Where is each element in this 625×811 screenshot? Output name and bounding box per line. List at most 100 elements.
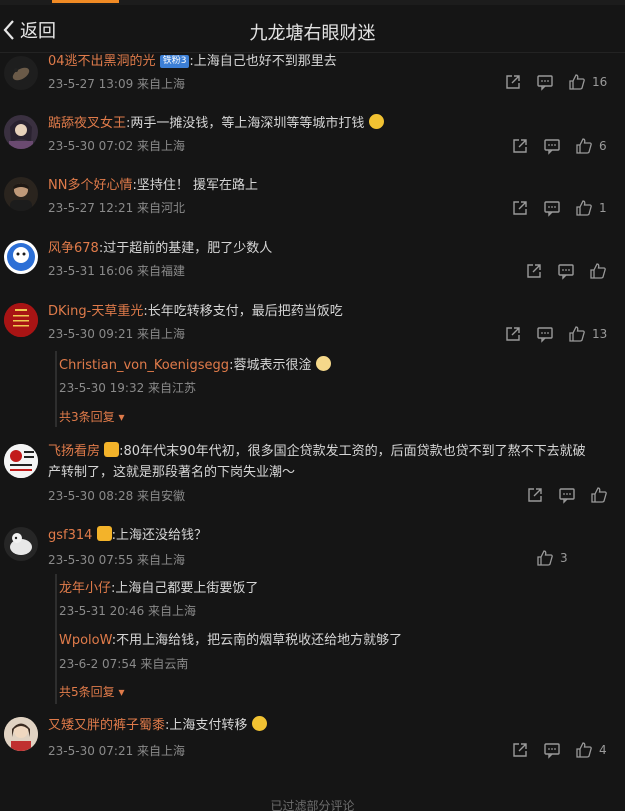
comment-actions: 1: [511, 198, 607, 218]
share-icon[interactable]: [504, 325, 522, 343]
comment-icon[interactable]: [536, 325, 554, 343]
comment-actions: 3: [536, 548, 568, 568]
comment-meta: 23-5-27 12:21 来自河北: [48, 201, 186, 215]
comment-text: :上海自己也好不到那里去: [189, 54, 337, 69]
comment-text: :过于超前的基建，肥了少数人: [98, 241, 273, 256]
reply-thread: 龙年小仔:上海自己都要上街要饭了 23-5-31 20:46 来自上海 Wpol…: [55, 574, 615, 704]
comment-meta: 23-5-30 09:21 来自上海: [48, 327, 186, 341]
comment-username[interactable]: gsf314: [48, 528, 92, 543]
reply-thread: Christian_von_Koenigsegg:蓉城表示很淦 23-5-30 …: [55, 351, 615, 427]
more-replies-link[interactable]: 共5条回复 ▾: [59, 683, 124, 700]
like-icon[interactable]: [590, 486, 608, 504]
share-icon[interactable]: [511, 741, 529, 759]
cat-emoji-icon: [315, 356, 331, 371]
comment-item: 踮舔夜叉女王:两手一摊没钱，等上海深圳等等城市打钱 23-5-30 07:02 …: [0, 114, 625, 165]
like-icon[interactable]: [575, 137, 593, 155]
like-icon[interactable]: [568, 325, 586, 343]
reply-text: :蓉城表示很淦: [229, 358, 312, 373]
comment-icon[interactable]: [536, 73, 554, 91]
crown-icon: [104, 442, 120, 457]
avatar[interactable]: [4, 527, 38, 561]
reply-meta: 23-6-2 07:54 来自云南: [59, 657, 189, 671]
reply-text: :上海自己都要上街要饭了: [111, 581, 259, 596]
comment-actions: 13: [504, 324, 607, 344]
comment-meta: 23-5-30 07:21 来自上海: [48, 744, 186, 758]
like-count: 6: [599, 139, 607, 153]
reply-username[interactable]: Christian_von_Koenigsegg: [59, 358, 229, 373]
comment-username[interactable]: 又矮又胖的裤子蜀黍: [48, 718, 165, 733]
share-icon[interactable]: [526, 486, 544, 504]
page-title: 九龙塘右眼财迷: [249, 23, 376, 44]
comment-username[interactable]: NN多个好心情: [48, 178, 132, 193]
avatar[interactable]: [4, 444, 38, 478]
comment-username[interactable]: 踮舔夜叉女王: [48, 116, 126, 131]
like-icon[interactable]: [536, 549, 554, 567]
comment-meta: 23-5-30 07:02 来自上海: [48, 139, 186, 153]
comment-item: 04逃不出黑洞的光 铁粉3:上海自己也好不到那里去 23-5-27 13:09 …: [0, 53, 625, 108]
comment-username[interactable]: 04逃不出黑洞的光: [48, 54, 156, 69]
fan-badge: 铁粉3: [159, 55, 190, 68]
avatar[interactable]: [4, 303, 38, 337]
reply-meta: 23-5-30 19:32 来自江苏: [59, 381, 197, 395]
comment-icon[interactable]: [543, 199, 561, 217]
avatar[interactable]: [4, 240, 38, 274]
comment-icon[interactable]: [543, 741, 561, 759]
comment-username[interactable]: 飞扬看房: [48, 444, 100, 459]
comment-actions: 16: [504, 72, 607, 92]
crown-icon: [96, 526, 112, 541]
comment-item: 风争678:过于超前的基建，肥了少数人 23-5-31 16:06 来自福建: [0, 240, 625, 290]
like-icon[interactable]: [568, 73, 586, 91]
smile-emoji-icon: [251, 716, 267, 731]
share-icon[interactable]: [511, 199, 529, 217]
comment-text-continued: 产转制了，这就是那段著名的下岗失业潮～: [48, 465, 296, 480]
comment-text: :80年代末90年代初，很多国企贷款发工资的，后面贷款也贷不到了熬不下去就破: [119, 444, 586, 459]
comment-actions: [525, 261, 607, 281]
comment-item: NN多个好心情:坚持住！ 援军在路上 23-5-27 12:21 来自河北 1: [0, 177, 625, 227]
comment-text: :长年吃转移支付，最后把药当饭吃: [143, 304, 343, 319]
like-count: 13: [592, 327, 608, 341]
avatar[interactable]: [4, 56, 38, 90]
comment-meta: 23-5-30 08:28 来自安徽: [48, 489, 186, 503]
comment-actions: 6: [511, 136, 607, 156]
comment-icon[interactable]: [558, 486, 576, 504]
comment-meta: 23-5-31 16:06 来自福建: [48, 264, 186, 278]
share-icon[interactable]: [511, 137, 529, 155]
comment-actions: 4: [511, 740, 607, 760]
share-icon[interactable]: [525, 262, 543, 280]
like-count: 4: [599, 743, 607, 757]
avatar[interactable]: [4, 177, 38, 211]
reply-text: :不用上海给钱，把云南的烟草税收还给地方就够了: [111, 633, 403, 648]
share-icon[interactable]: [504, 73, 522, 91]
like-count: 3: [560, 551, 568, 565]
avatar[interactable]: [4, 717, 38, 751]
comment-icon[interactable]: [557, 262, 575, 280]
comment-username[interactable]: 风争678: [48, 241, 99, 256]
comment-item: DKing-天草重光:长年吃转移支付，最后把药当饭吃 23-5-30 09:21…: [0, 303, 625, 428]
more-replies-link[interactable]: 共3条回复 ▾: [59, 408, 124, 425]
comment-text: :上海支付转移: [165, 718, 248, 733]
comment-meta: 23-5-30 07:55 来自上海: [48, 553, 186, 567]
comment-item: 又矮又胖的裤子蜀黍:上海支付转移 23-5-30 07:21 来自上海 4: [0, 716, 625, 767]
header-bar: 返回 九龙塘右眼财迷: [0, 5, 625, 53]
like-count: 1: [599, 201, 607, 215]
like-count: 16: [592, 75, 608, 89]
crying-emoji-icon: [368, 114, 384, 129]
reply-username[interactable]: WpoloW: [59, 633, 112, 648]
comment-text: :两手一摊没钱，等上海深圳等等城市打钱: [126, 116, 365, 131]
like-icon[interactable]: [575, 199, 593, 217]
comment-item: 飞扬看房 :80年代末90年代初，很多国企贷款发工资的，后面贷款也贷不到了熬不下…: [0, 442, 625, 508]
like-icon[interactable]: [589, 262, 607, 280]
comment-username[interactable]: DKing-天草重光: [48, 304, 143, 319]
comment-meta: 23-5-27 13:09 来自上海: [48, 77, 186, 91]
comment-item: gsf314 :上海还没给钱？ 23-5-30 07:55 来自上海 3 龙年小…: [0, 526, 625, 707]
reply-meta: 23-5-31 20:46 来自上海: [59, 604, 197, 618]
comment-text: :坚持住！ 援军在路上: [132, 178, 258, 193]
like-icon[interactable]: [575, 741, 593, 759]
filtered-comments-note: 已过滤部分评论: [270, 799, 355, 811]
reply-username[interactable]: 龙年小仔: [59, 581, 111, 596]
comment-text: :上海还没给钱？: [111, 528, 207, 543]
avatar[interactable]: [4, 115, 38, 149]
comment-actions: [526, 485, 608, 505]
comment-icon[interactable]: [543, 137, 561, 155]
active-tab-underline: [52, 0, 119, 3]
